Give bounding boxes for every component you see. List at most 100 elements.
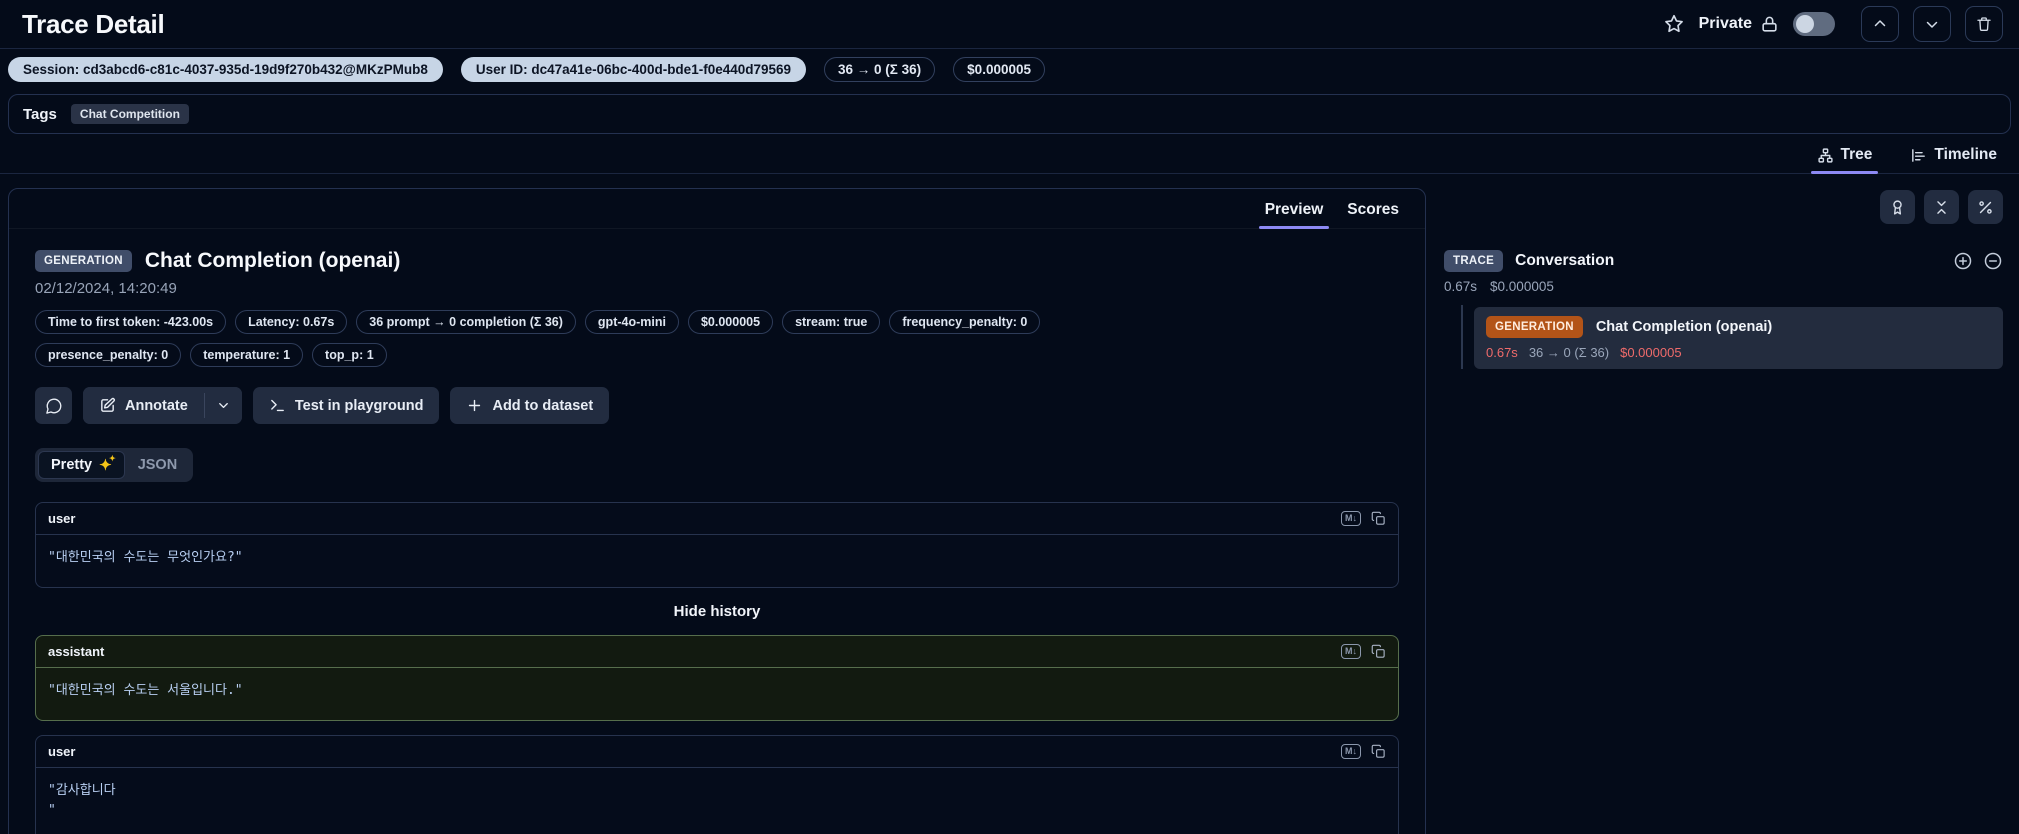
percent-icon: [1977, 199, 1994, 216]
message-role: user: [48, 744, 76, 760]
tags-label: Tags: [23, 105, 57, 123]
page-title: Trace Detail: [22, 8, 165, 39]
copy-button[interactable]: [1371, 744, 1386, 759]
visibility-label: Private: [1699, 15, 1779, 34]
chevrons-collapse-icon: [1933, 199, 1950, 216]
generation-type-badge: GENERATION: [35, 250, 132, 272]
observation-timestamp: 02/12/2024, 14:20:49: [35, 280, 177, 297]
plus-icon: [466, 397, 483, 414]
tab-scores[interactable]: Scores: [1339, 199, 1407, 228]
comment-icon: [45, 397, 63, 415]
tree-icon: [1817, 147, 1834, 164]
preview-tabs: Preview Scores: [9, 189, 1425, 229]
tab-timeline[interactable]: Timeline: [1904, 142, 2003, 173]
chevron-down-icon: [1923, 15, 1941, 33]
annotate-label: Annotate: [125, 397, 188, 414]
copy-button[interactable]: [1371, 511, 1386, 526]
messages-list: user M↓ "대한민국의 수도는 무엇인가요?" Hide history …: [35, 502, 1399, 834]
format-toggle: Pretty ✦ ✦ JSON: [35, 448, 194, 482]
message-user-1: user M↓ "대한민국의 수도는 무엇인가요?": [35, 502, 1399, 589]
tab-timeline-label: Timeline: [1934, 146, 1997, 163]
generation-latency: 0.67s: [1486, 345, 1518, 360]
content-area: Preview Scores GENERATION Chat Completio…: [0, 174, 2019, 834]
add-to-dataset-label: Add to dataset: [492, 397, 594, 414]
chevron-down-icon: [216, 398, 231, 413]
generation-cost: $0.000005: [1620, 345, 1682, 360]
visibility-text: Private: [1698, 15, 1752, 32]
tags-container: Tags Chat Competition: [8, 94, 2011, 134]
copy-icon: [1371, 644, 1386, 659]
trace-metrics: 0.67s $0.000005: [1444, 279, 2003, 294]
trace-cost: $0.000005: [1490, 279, 1554, 294]
generation-tokens: 36 → 0 (Σ 36): [1528, 345, 1610, 360]
message-header: user M↓: [36, 503, 1398, 535]
generation-node-header: GENERATION Chat Completion (openai): [1486, 316, 1991, 338]
format-json-option[interactable]: JSON: [125, 451, 191, 479]
metric-badge: gpt-4o-mini: [584, 310, 679, 334]
message-header: user M↓: [36, 736, 1398, 769]
user-id-badge[interactable]: User ID: dc47a41e-06bc-400d-bde1-f0e440d…: [460, 57, 807, 82]
metric-badge: $0.000005: [687, 310, 774, 334]
markdown-toggle-icon[interactable]: M↓: [1341, 511, 1361, 526]
copy-icon: [1371, 744, 1386, 759]
header-controls: Private: [1663, 6, 2003, 42]
next-trace-button[interactable]: [1913, 6, 1951, 42]
visibility-toggle[interactable]: [1793, 12, 1835, 36]
annotate-dropdown-button[interactable]: [204, 387, 242, 424]
trace-latency: 0.67s: [1444, 279, 1478, 294]
tag-chip[interactable]: Chat Competition: [70, 104, 189, 124]
message-header: assistant M↓: [36, 636, 1398, 669]
observation-body: GENERATION Chat Completion (openai) 02/1…: [9, 229, 1425, 834]
star-icon[interactable]: [1663, 13, 1685, 35]
toggle-knob: [1796, 15, 1814, 33]
format-pretty-option[interactable]: Pretty ✦ ✦: [38, 451, 125, 479]
generation-node-selected[interactable]: GENERATION Chat Completion (openai) 0.67…: [1474, 307, 2003, 369]
trash-icon: [1975, 15, 1993, 33]
cost-badge: $0.000005: [953, 57, 1045, 82]
plus-circle-icon[interactable]: [1953, 251, 1973, 271]
session-badge[interactable]: Session: cd3abcd6-c81c-4037-935d-19d9f27…: [8, 57, 443, 82]
copy-icon: [1371, 511, 1386, 526]
token-usage-badge: 36 → 0 (Σ 36): [824, 57, 936, 82]
delete-trace-button[interactable]: [1965, 6, 2003, 42]
metric-badge: presence_penalty: 0: [35, 343, 182, 367]
trace-type-badge: TRACE: [1444, 250, 1504, 272]
tab-preview[interactable]: Preview: [1257, 199, 1332, 229]
format-pretty-label: Pretty: [51, 457, 93, 473]
playground-button[interactable]: Test in playground: [252, 387, 440, 424]
add-to-dataset-button[interactable]: Add to dataset: [450, 387, 610, 424]
message-content: "대한민국의 수도는 무엇인가요?": [48, 550, 243, 565]
message-tools: M↓: [1341, 744, 1386, 760]
copy-button[interactable]: [1371, 644, 1386, 659]
prev-trace-button[interactable]: [1861, 6, 1899, 42]
minus-circle-icon[interactable]: [1983, 251, 2003, 271]
metric-badge: temperature: 1: [190, 343, 304, 367]
metric-badge: frequency_penalty: 0: [889, 310, 1041, 334]
metric-badge: Time to first token: -423.00s: [35, 310, 227, 334]
message-assistant: assistant M↓ "대한민국의 수도는 서울입니다.": [35, 635, 1399, 722]
playground-label: Test in playground: [294, 397, 424, 414]
trace-name: Conversation: [1515, 252, 1615, 269]
timeline-icon: [1910, 147, 1927, 164]
metric-badge: 36 prompt → 0 completion (Σ 36): [356, 310, 576, 334]
hide-history-button[interactable]: Hide history: [35, 603, 1399, 620]
comments-button[interactable]: [35, 387, 72, 424]
trace-node[interactable]: TRACE Conversation: [1444, 250, 2003, 272]
metric-badge: Latency: 0.67s: [235, 310, 348, 334]
page-header: Trace Detail Private: [0, 0, 2019, 49]
sparkles-icon: ✦ ✦: [99, 453, 116, 474]
observation-title: Chat Completion (openai): [144, 249, 401, 272]
markdown-toggle-icon[interactable]: M↓: [1341, 644, 1361, 660]
tree-expand-controls: [1953, 251, 2003, 271]
tab-tree[interactable]: Tree: [1810, 142, 1879, 174]
observation-panel: Preview Scores GENERATION Chat Completio…: [8, 188, 1426, 834]
scores-toggle-button[interactable]: [1880, 190, 1915, 224]
trace-tree-sidebar: TRACE Conversation 0.67s $0.000005 GENER…: [1444, 188, 2011, 369]
metrics-toggle-button[interactable]: [1968, 190, 2003, 224]
markdown-toggle-icon[interactable]: M↓: [1341, 744, 1361, 760]
view-tabs: Tree Timeline: [0, 134, 2019, 174]
collapse-all-button[interactable]: [1924, 190, 1959, 224]
annotate-button[interactable]: Annotate: [83, 387, 204, 424]
action-buttons: Annotate Test in playground Add to datas…: [35, 387, 1399, 424]
message-tools: M↓: [1341, 644, 1386, 660]
